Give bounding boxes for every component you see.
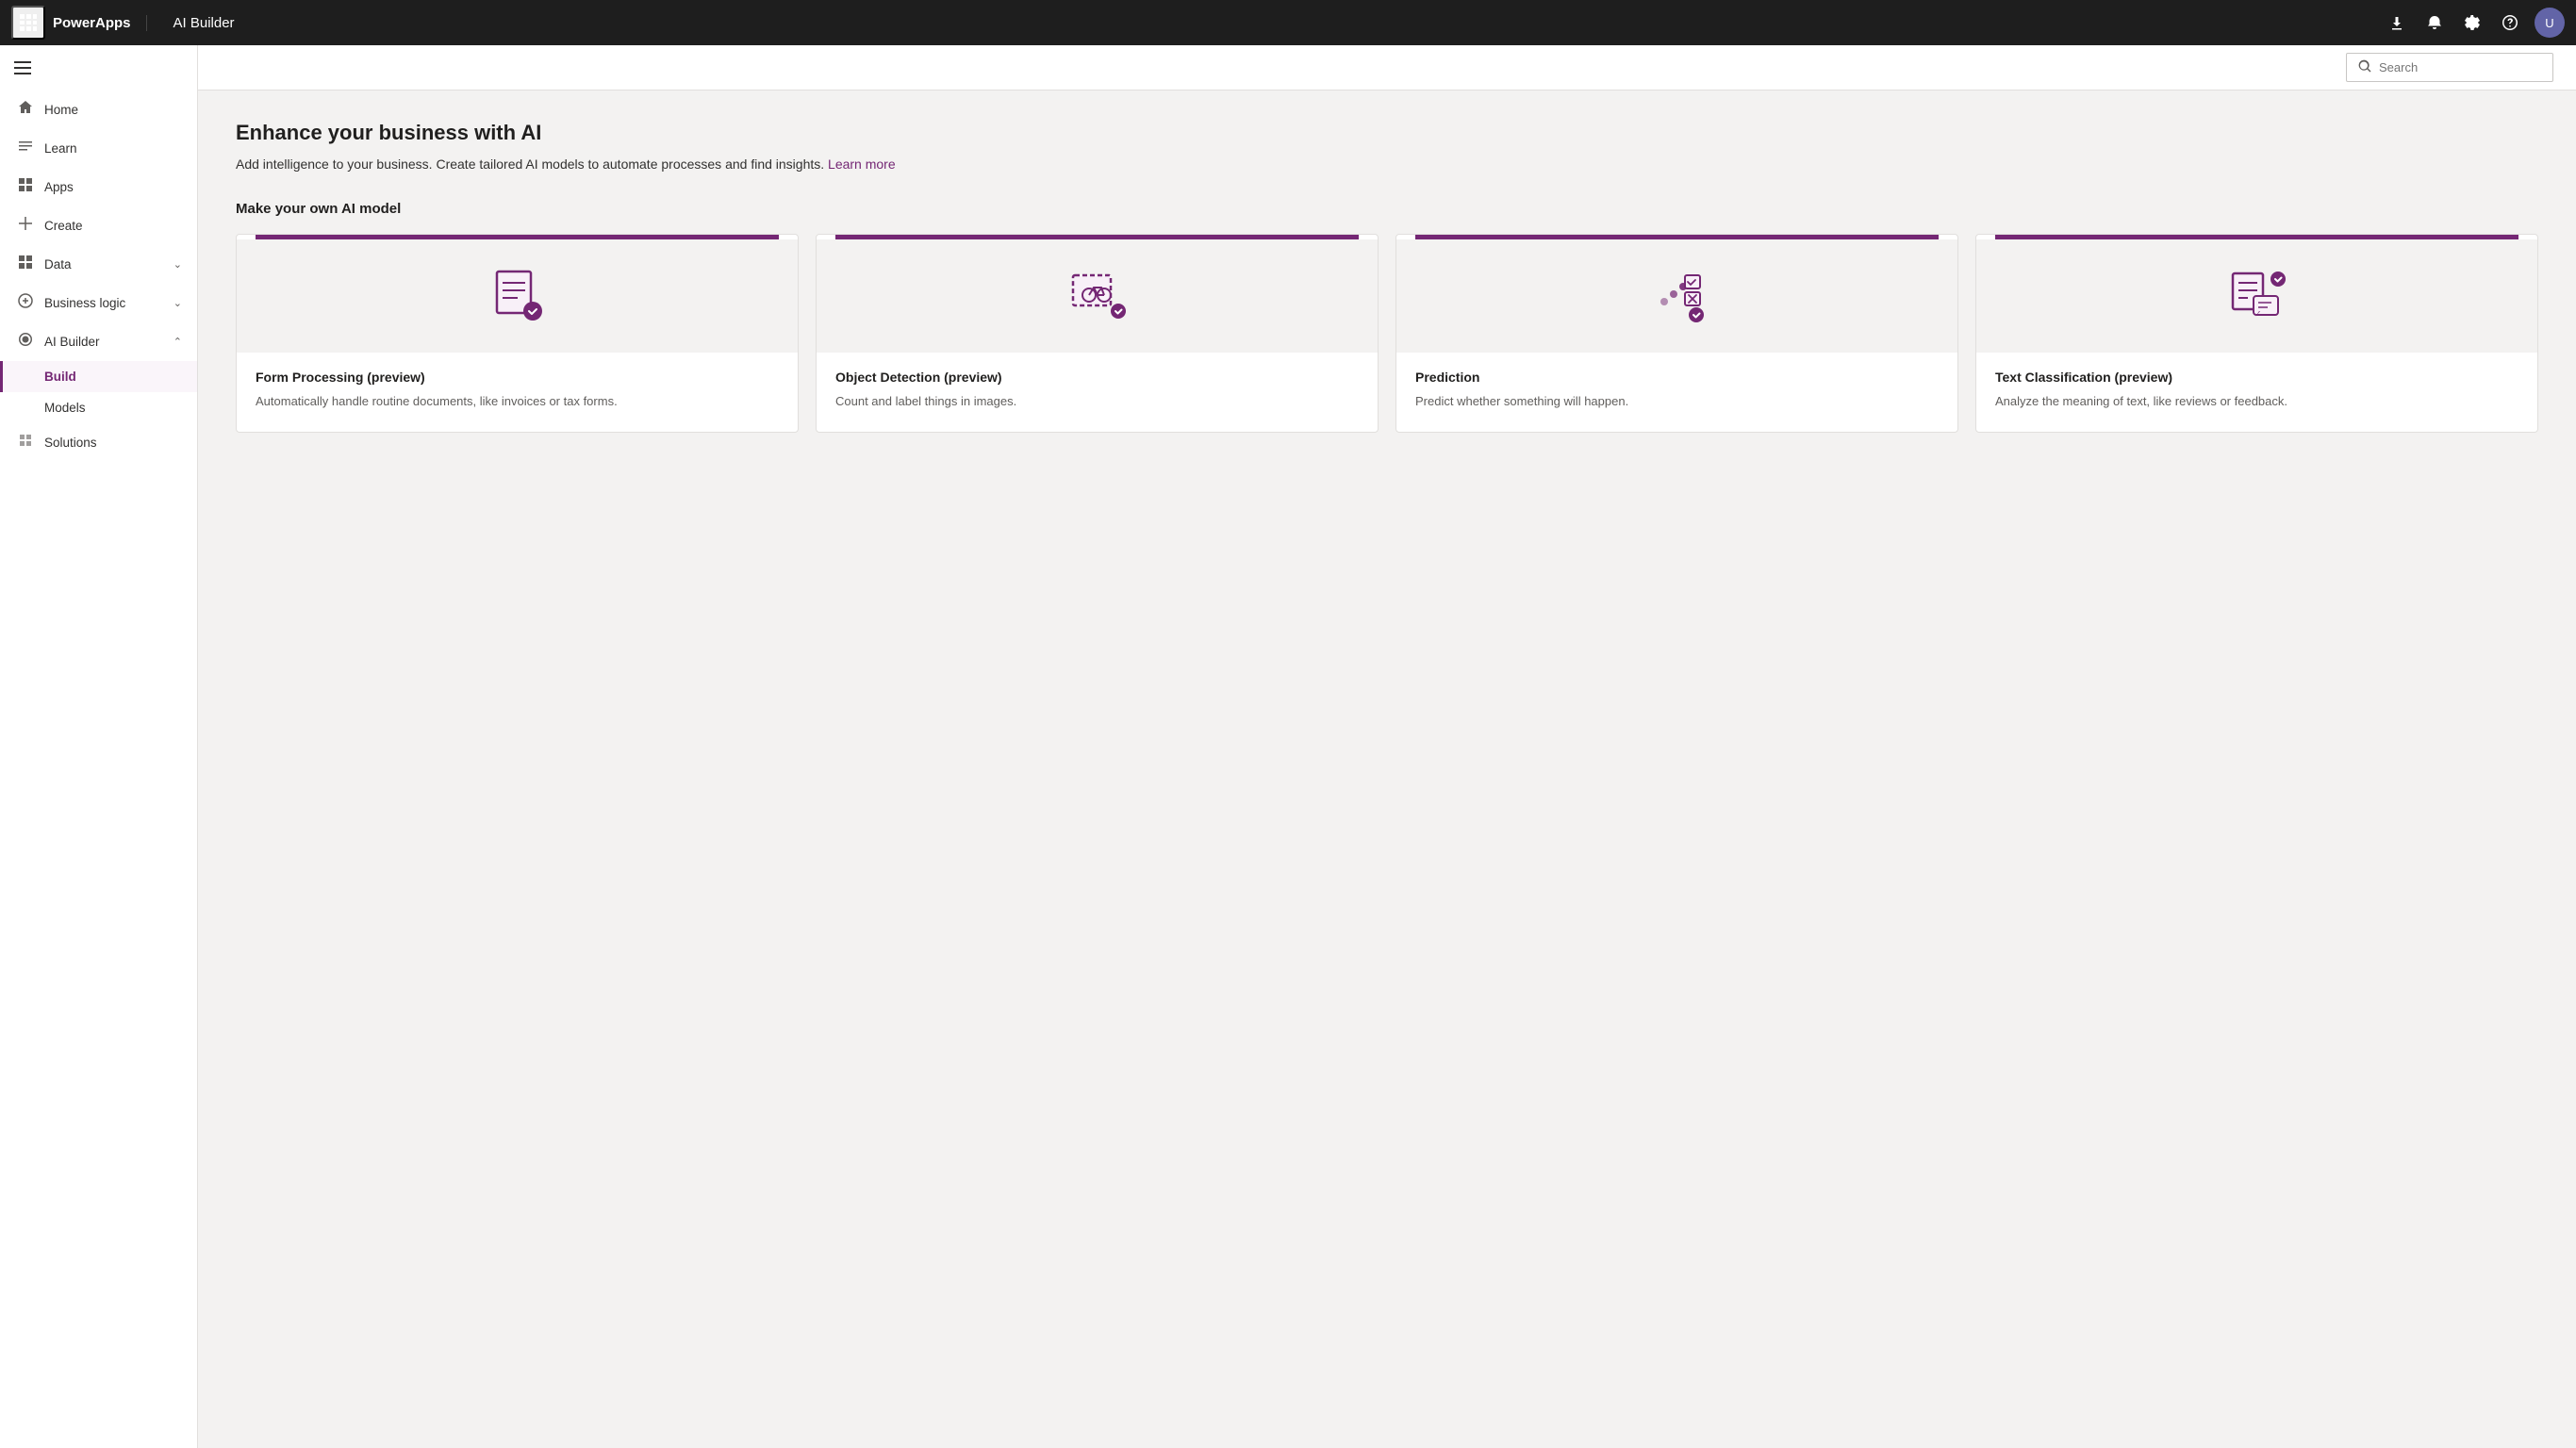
business-logic-icon (18, 293, 33, 313)
top-nav-actions: U (2380, 6, 2565, 40)
user-avatar[interactable]: U (2535, 8, 2565, 38)
main-content: Enhance your business with AI Add intell… (198, 90, 2576, 1448)
card-form-processing[interactable]: Form Processing (preview) Automatically … (236, 234, 799, 433)
section-heading: Make your own AI model (236, 201, 2538, 217)
card-desc: Predict whether something will happen. (1415, 392, 1939, 411)
notifications-button[interactable] (2418, 6, 2452, 40)
card-prediction[interactable]: Prediction Predict whether something wil… (1395, 234, 1958, 433)
card-title: Prediction (1415, 370, 1939, 385)
card-title: Text Classification (preview) (1995, 370, 2518, 385)
app-brand: PowerApps AI Builder (53, 15, 235, 31)
cards-grid: Form Processing (preview) Automatically … (236, 234, 2538, 433)
ai-builder-icon (18, 332, 33, 352)
settings-button[interactable] (2455, 6, 2489, 40)
learn-icon (18, 139, 33, 158)
sidebar-item-create[interactable]: Create (0, 206, 197, 245)
search-bar (198, 45, 2576, 90)
search-icon (2358, 59, 2371, 75)
card-icon-area (1396, 239, 1957, 353)
ai-builder-submenu: Build Models (0, 361, 197, 423)
text-classification-icon (2223, 262, 2291, 330)
card-text-classification[interactable]: Text Classification (preview) Analyze th… (1975, 234, 2538, 433)
card-body: Prediction Predict whether something wil… (1396, 353, 1957, 432)
sidebar-item-data-label: Data (44, 257, 162, 272)
waffle-menu-button[interactable] (11, 6, 45, 40)
sidebar-item-ai-builder[interactable]: AI Builder ⌃ (0, 322, 197, 361)
card-body: Object Detection (preview) Count and lab… (817, 353, 1378, 432)
business-logic-chevron-icon: ⌄ (173, 297, 182, 309)
sidebar-item-home[interactable]: Home (0, 90, 197, 129)
download-button[interactable] (2380, 6, 2414, 40)
sidebar-item-business-logic-label: Business logic (44, 296, 162, 310)
card-icon-area (817, 239, 1378, 353)
home-icon (18, 100, 33, 120)
sidebar-item-solutions-label: Solutions (44, 436, 182, 450)
card-desc: Count and label things in images. (835, 392, 1359, 411)
sidebar-item-solutions[interactable]: Solutions (0, 423, 197, 462)
card-title: Form Processing (preview) (256, 370, 779, 385)
learn-more-link[interactable]: Learn more (828, 156, 896, 172)
card-body: Form Processing (preview) Automatically … (237, 353, 798, 432)
sidebar-item-business-logic[interactable]: Business logic ⌄ (0, 284, 197, 322)
form-processing-icon (484, 262, 552, 330)
sidebar-item-home-label: Home (44, 103, 182, 117)
object-detection-icon (1064, 262, 1131, 330)
search-input[interactable] (2379, 60, 2541, 74)
sidebar-item-ai-builder-label: AI Builder (44, 335, 162, 349)
page-subtext: Add intelligence to your business. Creat… (236, 155, 2538, 174)
sidebar-item-data[interactable]: Data ⌄ (0, 245, 197, 284)
page-heading: Enhance your business with AI (236, 121, 2538, 145)
solutions-icon (18, 433, 33, 452)
card-icon-area (1976, 239, 2537, 353)
main-area: Enhance your business with AI Add intell… (198, 45, 2576, 1448)
sidebar-sub-item-models[interactable]: Models (0, 392, 197, 423)
sidebar-sub-item-build[interactable]: Build (0, 361, 197, 392)
card-desc: Analyze the meaning of text, like review… (1995, 392, 2518, 411)
data-icon (18, 255, 33, 274)
page-subtext-content: Add intelligence to your business. Creat… (236, 156, 824, 172)
prediction-icon (1643, 262, 1711, 330)
apps-icon (18, 177, 33, 197)
sidebar-item-apps[interactable]: Apps (0, 168, 197, 206)
models-label: Models (44, 401, 86, 415)
app-body: Home Learn Apps Create (0, 45, 2576, 1448)
create-icon (18, 216, 33, 236)
ai-builder-chevron-icon: ⌃ (173, 336, 182, 348)
card-desc: Automatically handle routine documents, … (256, 392, 779, 411)
sidebar-toggle-button[interactable] (0, 45, 45, 90)
top-nav: PowerApps AI Builder U (0, 0, 2576, 45)
powerapps-label[interactable]: PowerApps (53, 15, 147, 31)
card-title: Object Detection (preview) (835, 370, 1359, 385)
card-body: Text Classification (preview) Analyze th… (1976, 353, 2537, 432)
app-name-label: AI Builder (158, 15, 235, 31)
sidebar-item-learn-label: Learn (44, 141, 182, 156)
sidebar-item-apps-label: Apps (44, 180, 182, 194)
help-button[interactable] (2493, 6, 2527, 40)
sidebar-item-learn[interactable]: Learn (0, 129, 197, 168)
sidebar-item-create-label: Create (44, 219, 182, 233)
data-chevron-icon: ⌄ (173, 258, 182, 271)
card-object-detection[interactable]: Object Detection (preview) Count and lab… (816, 234, 1379, 433)
search-input-wrapper[interactable] (2346, 53, 2553, 82)
card-icon-area (237, 239, 798, 353)
build-label: Build (44, 370, 76, 384)
sidebar: Home Learn Apps Create (0, 45, 198, 1448)
